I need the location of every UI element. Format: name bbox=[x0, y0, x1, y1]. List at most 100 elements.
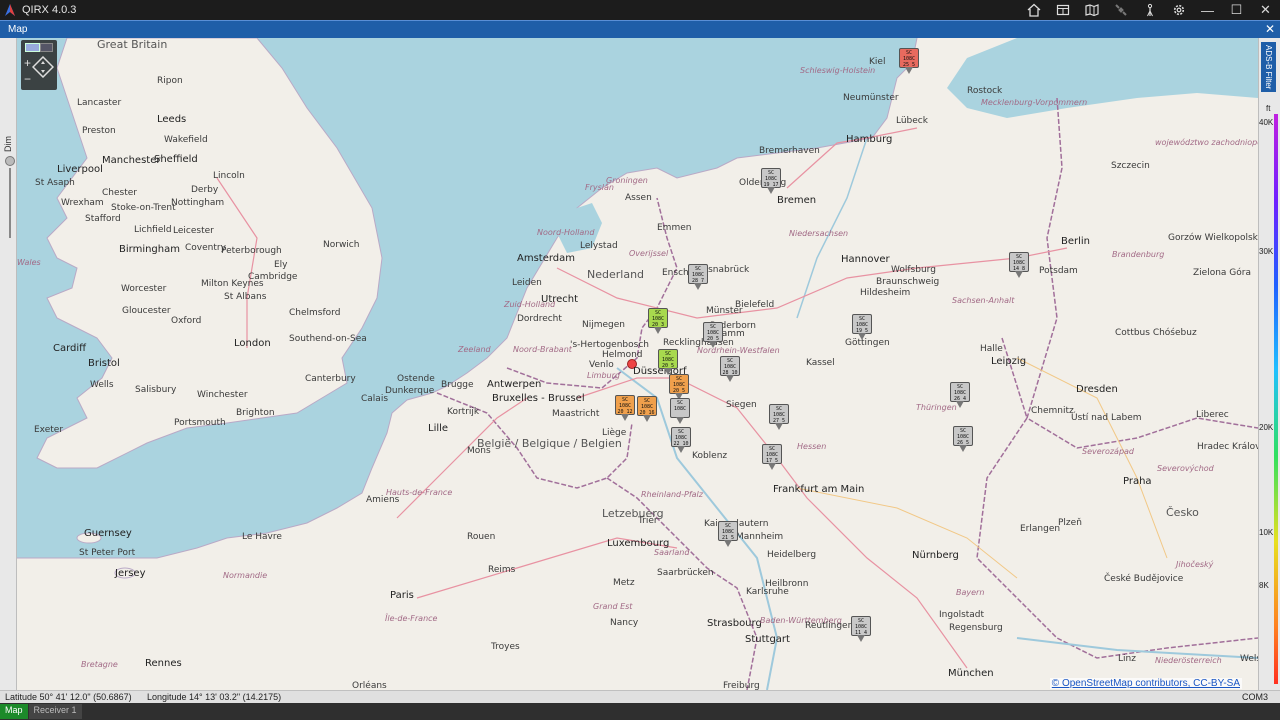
aircraft-marker[interactable]: SC 108C 14 8 bbox=[1009, 252, 1029, 278]
aircraft-marker[interactable]: SC 108C 19 5 bbox=[852, 314, 872, 340]
minimize-button[interactable]: — bbox=[1193, 0, 1222, 20]
map-base bbox=[17, 38, 1258, 690]
zoom-out-button[interactable]: − bbox=[24, 72, 31, 86]
aircraft-label: SC 108C 22 10 bbox=[671, 427, 691, 447]
marker-pin-icon bbox=[959, 445, 967, 452]
aircraft-marker[interactable]: SC 108C 17 5 bbox=[762, 444, 782, 470]
aircraft-label: SC 108C 26 4 bbox=[950, 382, 970, 402]
altitude-tick: 30K bbox=[1259, 247, 1274, 256]
app-logo-icon bbox=[0, 0, 20, 20]
marker-pin-icon bbox=[726, 375, 734, 382]
latitude-readout: Latitude 50° 41' 12.0" (50.6867) bbox=[5, 692, 132, 702]
marker-pin-icon bbox=[1015, 271, 1023, 278]
altitude-tick: 10K bbox=[1259, 528, 1274, 537]
home-icon[interactable] bbox=[1019, 0, 1048, 20]
aircraft-marker[interactable]: SC 108C 20 3 bbox=[648, 308, 668, 334]
aircraft-label: SC 108C bbox=[670, 398, 690, 418]
layout-icon[interactable] bbox=[1048, 0, 1077, 20]
aircraft-label: SC 108C 27 5 bbox=[769, 404, 789, 424]
marker-pin-icon bbox=[621, 414, 629, 421]
aircraft-label: SC 108C 26 5 bbox=[953, 426, 973, 446]
gear-icon[interactable] bbox=[1164, 0, 1193, 20]
receiver-location-marker bbox=[627, 359, 637, 369]
aircraft-marker[interactable]: SC 108C 19 17 bbox=[761, 168, 781, 194]
map-controls: + − bbox=[21, 40, 57, 90]
aircraft-marker[interactable]: SC 108C 25 5 bbox=[899, 48, 919, 74]
pan-control-icon[interactable] bbox=[31, 55, 55, 79]
aircraft-label: SC 108C 28 7 bbox=[688, 264, 708, 284]
altitude-tick: 8K bbox=[1259, 581, 1269, 590]
layer-toggle-button[interactable] bbox=[25, 43, 40, 52]
left-toolbar: Dim bbox=[0, 38, 17, 690]
marker-pin-icon bbox=[677, 446, 685, 453]
aircraft-marker[interactable]: SC 108C 21 5 bbox=[718, 521, 738, 547]
aircraft-label: SC 108C 20 5 bbox=[658, 349, 678, 369]
dim-label: Dim bbox=[3, 136, 13, 152]
marker-pin-icon bbox=[775, 423, 783, 430]
aircraft-marker[interactable]: SC 108C 26 4 bbox=[950, 382, 970, 408]
marker-pin-icon bbox=[694, 283, 702, 290]
app-title: QIRX 4.0.3 bbox=[22, 4, 77, 16]
zoom-in-button[interactable]: + bbox=[24, 56, 31, 70]
map-view[interactable]: + − Great Britain Ripon Leeds Lancaster Pres… bbox=[17, 38, 1258, 690]
aircraft-label: SC 108C 20 3 bbox=[648, 308, 668, 328]
marker-pin-icon bbox=[724, 540, 732, 547]
altitude-color-scale bbox=[1274, 114, 1278, 684]
altitude-unit: ft bbox=[1266, 104, 1271, 113]
aircraft-label: SC 108C 11 4 bbox=[851, 616, 871, 636]
aircraft-label: SC 108C 20 5 bbox=[703, 322, 723, 342]
marker-pin-icon bbox=[709, 341, 717, 348]
tab-receiver-1[interactable]: Receiver 1 bbox=[28, 704, 82, 719]
aircraft-label: SC 108C 19 17 bbox=[761, 168, 781, 188]
aircraft-marker[interactable]: SC 108C 20 12 bbox=[615, 395, 635, 421]
aircraft-label: SC 108C 21 5 bbox=[718, 521, 738, 541]
marker-pin-icon bbox=[858, 333, 866, 340]
aircraft-label: SC 108C 20 5 bbox=[669, 374, 689, 394]
marker-pin-icon bbox=[643, 415, 651, 422]
map-panel-header: Map ✕ bbox=[0, 20, 1280, 38]
aircraft-label-line: 108C bbox=[673, 406, 687, 412]
altitude-tick: 40K bbox=[1259, 118, 1274, 127]
aircraft-label: SC 108C 14 8 bbox=[1009, 252, 1029, 272]
aircraft-marker[interactable]: SC 108C 28 7 bbox=[688, 264, 708, 290]
right-toolbar: ADS-B Filter ft 40K 30K 20K 10K 8K bbox=[1258, 38, 1280, 690]
aircraft-label: SC 108C 19 5 bbox=[852, 314, 872, 334]
aircraft-label: SC 108C 17 5 bbox=[762, 444, 782, 464]
app-window: QIRX 4.0.3 — ☐ ✕ Map ✕ Dim + − Great Bri… bbox=[0, 0, 1280, 720]
aircraft-marker[interactable]: SC 108C 22 10 bbox=[671, 427, 691, 453]
tab-map[interactable]: Map bbox=[0, 704, 28, 719]
status-bar: Latitude 50° 41' 12.0" (50.6867) Longitu… bbox=[0, 690, 1280, 703]
bottom-tab-bar: Map Receiver 1 bbox=[0, 703, 1280, 720]
aircraft-marker[interactable]: SC 108C 20 5 bbox=[658, 349, 678, 375]
marker-pin-icon bbox=[857, 635, 865, 642]
antenna-icon[interactable] bbox=[1135, 0, 1164, 20]
close-button[interactable]: ✕ bbox=[1251, 0, 1280, 20]
ads-b-filter-tab[interactable]: ADS-B Filter bbox=[1261, 42, 1276, 92]
book-icon[interactable] bbox=[1077, 0, 1106, 20]
aircraft-label: SC 108C 20 16 bbox=[637, 396, 657, 416]
aircraft-marker[interactable]: SC 108C 20 16 bbox=[637, 396, 657, 422]
marker-pin-icon bbox=[676, 417, 684, 424]
marker-pin-icon bbox=[768, 463, 776, 470]
maximize-button[interactable]: ☐ bbox=[1222, 0, 1251, 20]
osm-attribution-link[interactable]: © OpenStreetMap contributors, CC-BY-SA bbox=[1049, 678, 1242, 689]
marker-pin-icon bbox=[767, 187, 775, 194]
aircraft-marker[interactable]: SC 108C 20 5 bbox=[669, 374, 689, 400]
aircraft-marker[interactable]: SC 108C 11 4 bbox=[851, 616, 871, 642]
title-bar: QIRX 4.0.3 — ☐ ✕ bbox=[0, 0, 1280, 20]
longitude-readout: Longitude 14° 13' 03.2" (14.2175) bbox=[147, 692, 282, 702]
panel-close-icon[interactable]: ✕ bbox=[1265, 22, 1275, 36]
aircraft-label: SC 108C 28 10 bbox=[720, 356, 740, 376]
satellite-icon[interactable] bbox=[1106, 0, 1135, 20]
aircraft-marker[interactable]: SC 108C 20 5 bbox=[703, 322, 723, 348]
panel-title: Map bbox=[8, 24, 28, 35]
aircraft-marker[interactable]: SC 108C bbox=[670, 398, 690, 424]
layer-toggle-secondary[interactable] bbox=[40, 43, 53, 52]
aircraft-label: SC 108C 25 5 bbox=[899, 48, 919, 68]
aircraft-marker[interactable]: SC 108C 28 10 bbox=[720, 356, 740, 382]
aircraft-marker[interactable]: SC 108C 26 5 bbox=[953, 426, 973, 452]
dim-slider-handle[interactable] bbox=[5, 156, 15, 166]
dim-slider-track[interactable] bbox=[9, 168, 11, 238]
com-port-readout: COM3 bbox=[1241, 692, 1268, 702]
aircraft-marker[interactable]: SC 108C 27 5 bbox=[769, 404, 789, 430]
